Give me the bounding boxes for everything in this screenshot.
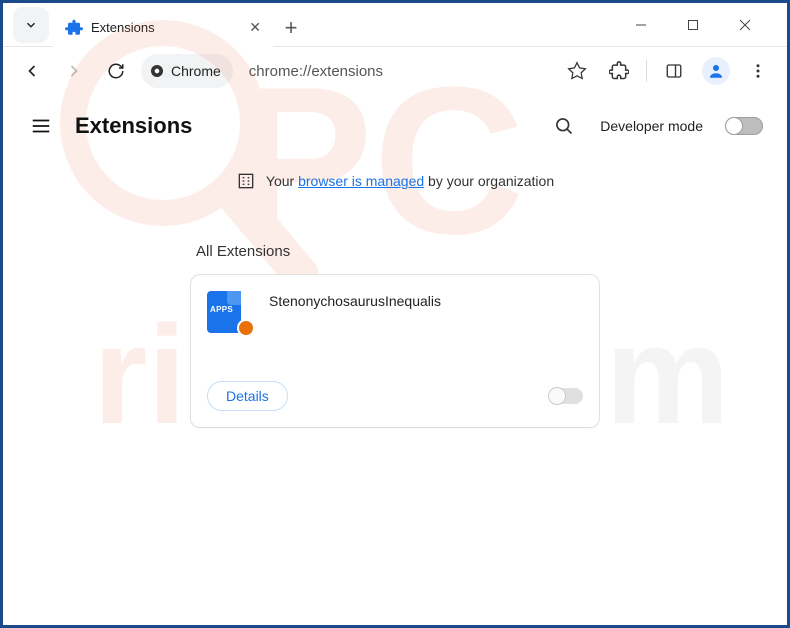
kebab-icon	[749, 62, 767, 80]
building-icon	[236, 171, 256, 191]
tab-strip: Extensions ✕ +	[53, 3, 621, 47]
extensions-button[interactable]	[602, 54, 636, 88]
managed-banner: Your browser is managed by your organiza…	[3, 157, 787, 205]
omnibox[interactable]: chrome://extensions	[233, 63, 560, 80]
toolbar-divider	[646, 60, 647, 82]
chrome-chip[interactable]: Chrome	[141, 54, 233, 88]
search-icon	[554, 116, 574, 136]
tab-extensions[interactable]: Extensions ✕	[53, 9, 273, 47]
extension-enable-toggle[interactable]	[549, 388, 583, 404]
reload-icon	[107, 62, 125, 80]
reload-button[interactable]	[99, 54, 133, 88]
profile-icon	[707, 62, 725, 80]
chrome-icon	[149, 63, 165, 79]
menu-button[interactable]	[741, 54, 775, 88]
developer-mode-toggle[interactable]	[725, 117, 763, 135]
chrome-chip-label: Chrome	[171, 63, 221, 79]
sidepanel-button[interactable]	[657, 54, 691, 88]
main-menu-button[interactable]	[27, 112, 55, 140]
new-tab-button[interactable]: +	[273, 10, 309, 46]
managed-link[interactable]: browser is managed	[298, 173, 424, 189]
sidepanel-icon	[665, 62, 683, 80]
close-icon	[739, 19, 751, 31]
extension-app-icon: APPS	[207, 291, 251, 335]
back-button[interactable]	[15, 54, 49, 88]
section-label: All Extensions	[196, 243, 600, 260]
minimize-icon	[635, 19, 647, 31]
forward-icon	[64, 61, 84, 81]
omnibox-url: chrome://extensions	[249, 63, 383, 80]
minimize-button[interactable]	[621, 3, 661, 47]
hamburger-icon	[30, 115, 52, 137]
close-window-button[interactable]	[725, 3, 765, 47]
star-icon	[567, 61, 587, 81]
profile-button[interactable]	[699, 54, 733, 88]
maximize-button[interactable]	[673, 3, 713, 47]
extension-name: StenonychosaurusInequalis	[269, 291, 441, 335]
puzzle-icon	[65, 19, 83, 37]
managed-text: Your browser is managed by your organiza…	[266, 173, 554, 189]
back-icon	[22, 61, 42, 81]
search-tabs-button[interactable]	[13, 7, 49, 43]
details-button[interactable]: Details	[207, 381, 288, 411]
tab-title: Extensions	[91, 20, 241, 35]
forward-button[interactable]	[57, 54, 91, 88]
close-tab-button[interactable]: ✕	[249, 19, 261, 36]
extension-card: APPS StenonychosaurusInequalis Details	[190, 274, 600, 428]
developer-mode-label: Developer mode	[600, 118, 703, 134]
search-extensions-button[interactable]	[550, 112, 578, 140]
maximize-icon	[687, 19, 699, 31]
puzzle-icon	[609, 61, 629, 81]
page-title: Extensions	[75, 113, 530, 139]
bookmark-button[interactable]	[560, 54, 594, 88]
chevron-down-icon	[24, 18, 38, 32]
